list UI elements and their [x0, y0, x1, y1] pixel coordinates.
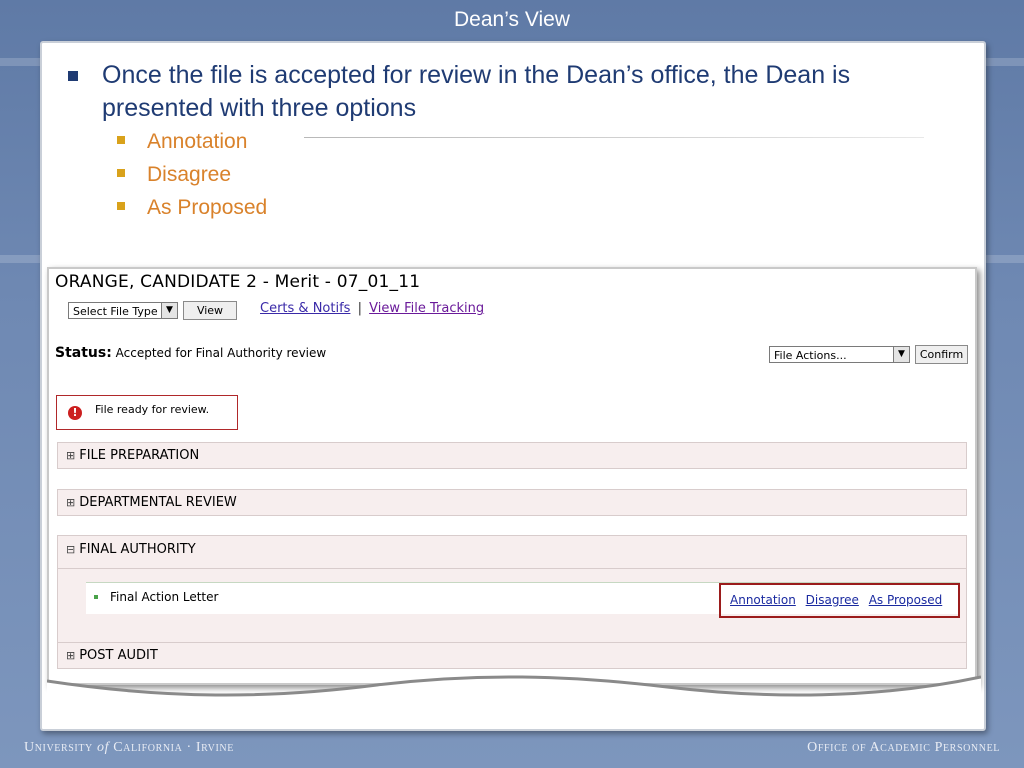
certs-notifs-link[interactable]: Certs & Notifs — [260, 301, 350, 316]
alert-text: File ready for review. — [95, 403, 210, 416]
status-value: Accepted for Final Authority review — [115, 346, 327, 360]
final-action-letter-label: Final Action Letter — [110, 590, 219, 604]
status-label: Status: — [55, 345, 112, 361]
status-line: Status: Accepted for Final Authority rev… — [55, 345, 326, 361]
view-button[interactable]: View — [183, 301, 237, 320]
section-label: FINAL AUTHORITY — [79, 542, 196, 557]
sub-bullet-text: As Proposed — [147, 196, 268, 219]
annotation-link[interactable]: Annotation — [730, 593, 796, 607]
section-label: POST AUDIT — [79, 648, 158, 663]
alert-icon: ! — [68, 406, 82, 420]
collapse-icon[interactable]: ⊟ — [66, 536, 75, 563]
bullet-icon — [94, 595, 98, 599]
bullet-main-text: Once the file is accepted for review in … — [102, 61, 851, 122]
file-type-select-value: Select File Type — [73, 305, 158, 318]
footer-university-of: of — [97, 740, 110, 755]
view-file-tracking-link[interactable]: View File Tracking — [369, 301, 484, 316]
list-item: Final Action Letter Annotation Disagree … — [86, 582, 960, 618]
torn-edge-wave — [47, 675, 981, 713]
application-screenshot: ORANGE, CANDIDATE 2 - Merit - 07_01_11 S… — [47, 267, 981, 713]
bullet-list: Once the file is accepted for review in … — [64, 59, 964, 224]
square-bullet-icon — [117, 202, 125, 210]
footer-university-b: California · Irvine — [113, 740, 234, 755]
footer-office: Office of Academic Personnel — [807, 740, 1000, 755]
footer-university-a: University — [24, 740, 93, 755]
section-final-authority[interactable]: ⊟ FINAL AUTHORITY — [57, 535, 967, 569]
expand-icon[interactable]: ⊞ — [66, 443, 75, 468]
action-links-box: Annotation Disagree As Proposed — [719, 583, 960, 618]
content-panel: Once the file is accepted for review in … — [40, 41, 986, 731]
bullet-main: Once the file is accepted for review in … — [64, 59, 964, 125]
expand-icon[interactable]: ⊞ — [66, 490, 75, 515]
section-label: FILE PREPARATION — [79, 448, 200, 463]
slide-title: Dean’s View — [454, 8, 570, 31]
footer-university: University of California · Irvine — [24, 740, 234, 756]
dropdown-arrow-icon[interactable]: ▼ — [893, 347, 909, 362]
sub-bullet-text: Disagree — [147, 163, 232, 186]
link-separator: | — [357, 301, 362, 316]
square-bullet-icon — [68, 71, 78, 81]
section-post-audit[interactable]: ⊞ POST AUDIT — [57, 642, 967, 669]
square-bullet-icon — [117, 136, 125, 144]
sub-bullet-annotation: Annotation — [64, 125, 964, 158]
final-authority-body: Final Action Letter Annotation Disagree … — [57, 569, 967, 645]
file-type-select[interactable]: Select File Type ▼ — [68, 302, 178, 319]
as-proposed-link[interactable]: As Proposed — [869, 593, 943, 607]
dropdown-arrow-icon[interactable]: ▼ — [161, 303, 177, 318]
disagree-link[interactable]: Disagree — [806, 593, 859, 607]
divider-line — [304, 137, 924, 138]
square-bullet-icon — [117, 169, 125, 177]
file-actions-select[interactable]: File Actions... ▼ — [769, 346, 910, 363]
expand-icon[interactable]: ⊞ — [66, 643, 75, 668]
section-file-preparation[interactable]: ⊞ FILE PREPARATION — [57, 442, 967, 469]
sub-bullet-disagree: Disagree — [64, 158, 964, 191]
confirm-button[interactable]: Confirm — [915, 345, 968, 364]
section-label: DEPARTMENTAL REVIEW — [79, 495, 237, 510]
sub-bullet-text: Annotation — [147, 130, 248, 153]
file-actions-select-value: File Actions... — [774, 349, 847, 362]
top-links: Certs & Notifs | View File Tracking — [260, 301, 484, 316]
sub-bullet-as-proposed: As Proposed — [64, 191, 964, 224]
candidate-title: ORANGE, CANDIDATE 2 - Merit - 07_01_11 — [55, 272, 421, 292]
section-departmental-review[interactable]: ⊞ DEPARTMENTAL REVIEW — [57, 489, 967, 516]
alert-box: ! File ready for review. — [56, 395, 238, 430]
